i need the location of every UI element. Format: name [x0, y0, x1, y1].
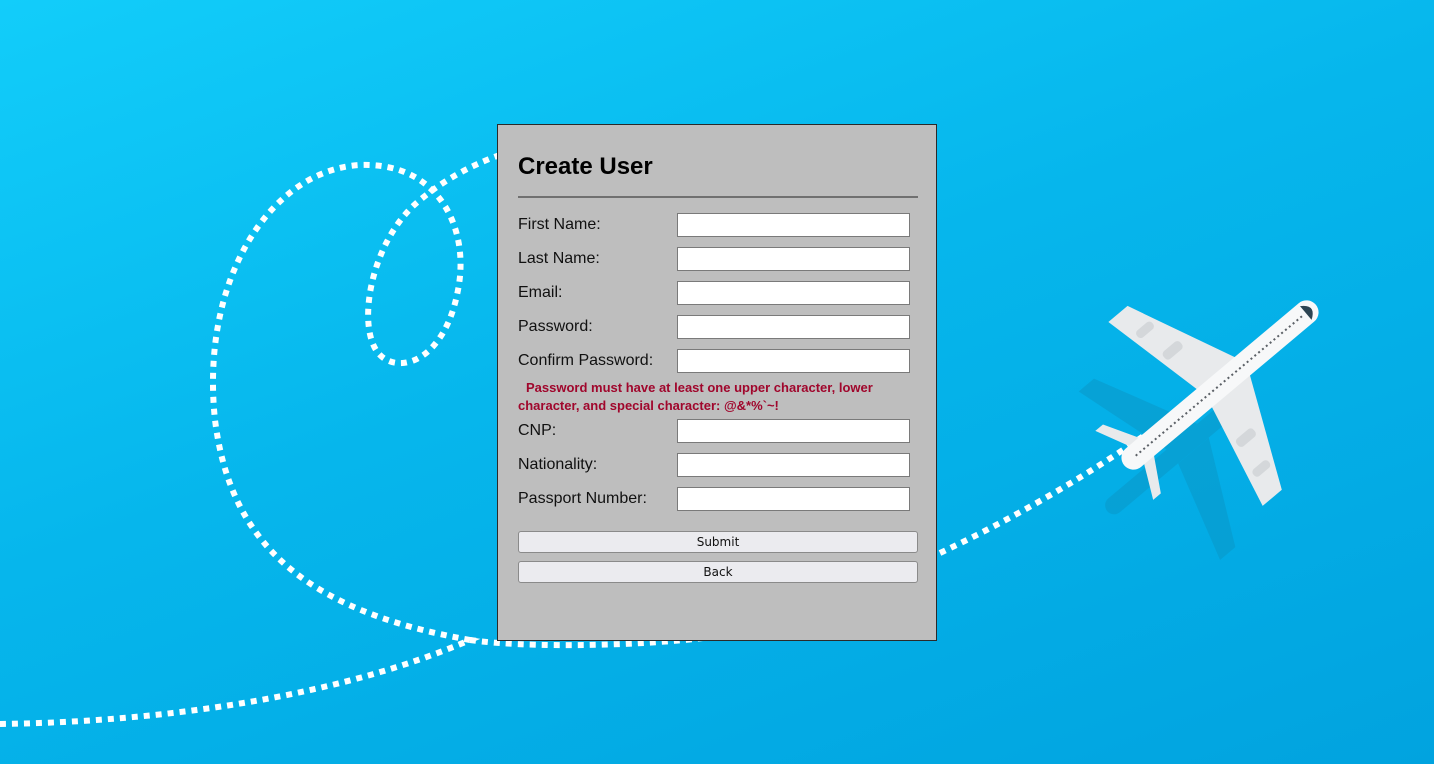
confirm-password-label: Confirm Password: — [518, 352, 654, 369]
passport-number-input[interactable] — [677, 487, 910, 511]
nationality-input[interactable] — [677, 453, 910, 477]
first-name-row: First Name: — [518, 213, 910, 237]
password-label: Password: — [518, 318, 593, 335]
last-name-input[interactable] — [677, 247, 910, 271]
password-input[interactable] — [677, 315, 910, 339]
last-name-label: Last Name: — [518, 250, 600, 267]
create-user-panel: Create User First Name: Last Name: Email… — [497, 124, 937, 641]
passport-number-label: Passport Number: — [518, 490, 647, 507]
nationality-row: Nationality: — [518, 453, 910, 477]
confirm-password-row: Confirm Password: — [518, 349, 910, 373]
nationality-label: Nationality: — [518, 456, 598, 473]
page-title: Create User — [518, 153, 653, 180]
back-button[interactable]: Back — [518, 561, 918, 583]
first-name-label: First Name: — [518, 216, 601, 233]
email-label: Email: — [518, 284, 563, 301]
cnp-row: CNP: — [518, 419, 910, 443]
first-name-input[interactable] — [677, 213, 910, 237]
submit-button[interactable]: Submit — [518, 531, 918, 553]
email-input[interactable] — [677, 281, 910, 305]
email-row: Email: — [518, 281, 910, 305]
dotted-flight-path — [0, 152, 501, 727]
confirm-password-input[interactable] — [677, 349, 910, 373]
password-row: Password: — [518, 315, 910, 339]
cnp-input[interactable] — [677, 419, 910, 443]
passport-number-row: Passport Number: — [518, 487, 910, 511]
title-divider — [518, 196, 918, 198]
password-requirements-hint: Password must have at least one upper ch… — [518, 380, 873, 413]
last-name-row: Last Name: — [518, 247, 910, 271]
cnp-label: CNP: — [518, 422, 557, 439]
